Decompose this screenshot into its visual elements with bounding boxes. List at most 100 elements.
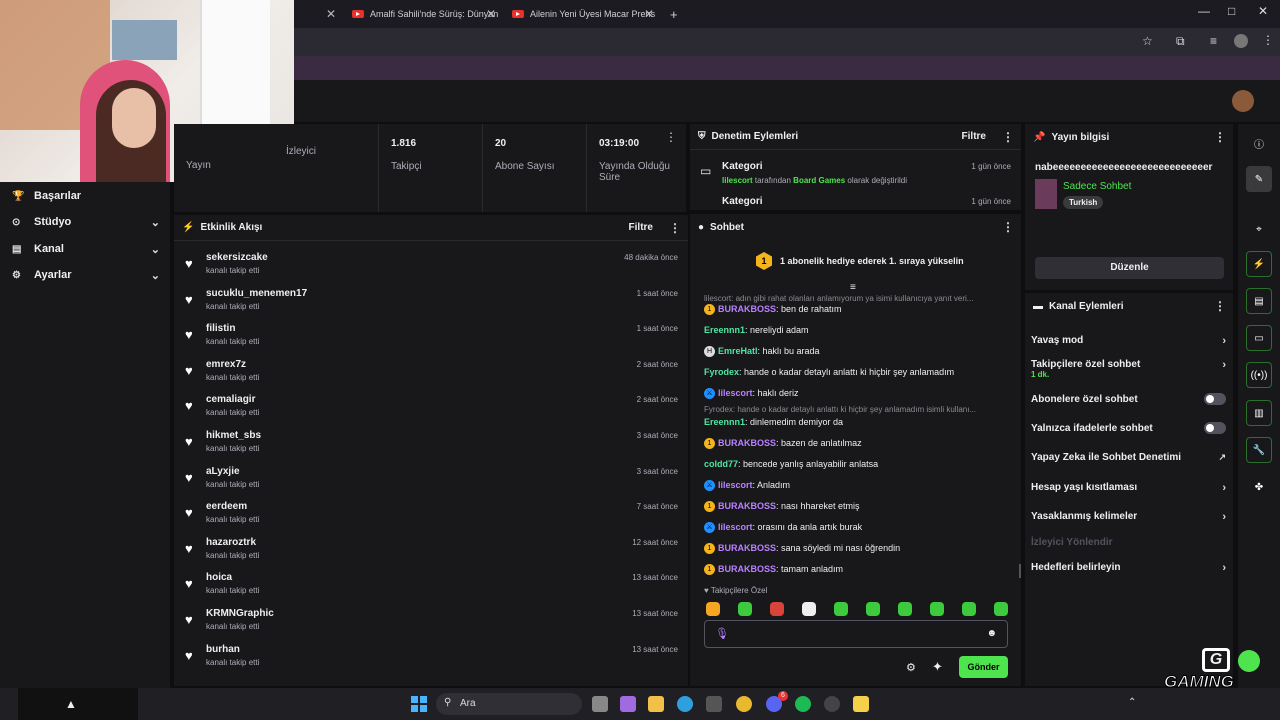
emote-icon[interactable] [706, 602, 720, 616]
star-icon[interactable]: ☆ [1142, 34, 1153, 48]
chat-bubble-icon[interactable]: ▭ [1246, 325, 1272, 351]
task-view-icon[interactable] [592, 696, 608, 712]
profile-icon[interactable] [1234, 34, 1248, 48]
broadcast-icon[interactable]: ((•)) [1246, 362, 1272, 388]
extensions-icon[interactable]: ✤ [1246, 474, 1272, 500]
event-username[interactable]: hikmet_sbs [206, 430, 261, 441]
emote-icon[interactable] [994, 602, 1008, 616]
minimize-icon[interactable]: — [1198, 4, 1210, 18]
channel-action-item[interactable]: Hedefleri belirleyin › [1031, 562, 1226, 574]
close-tab-icon[interactable]: ✕ [644, 7, 654, 21]
event-username[interactable]: eerdeem [206, 501, 247, 512]
info-icon[interactable]: ⓘ [1246, 130, 1272, 156]
event-username[interactable]: sekersizcake [206, 252, 268, 263]
wrench-icon[interactable]: 🔧 [1246, 437, 1272, 463]
maximize-icon[interactable]: □ [1228, 4, 1235, 18]
chat-username[interactable]: BURAKBOSS [718, 438, 776, 448]
chat-username[interactable]: lilescort [718, 480, 753, 490]
spotify-icon[interactable] [795, 696, 811, 712]
queue-icon[interactable]: ▥ [1246, 400, 1272, 426]
copilot-icon[interactable] [620, 696, 636, 712]
chat-username[interactable]: Fyrodex [704, 367, 739, 377]
event-username[interactable]: KRMNGraphic [206, 608, 274, 619]
close-window-icon[interactable]: ✕ [1258, 4, 1268, 18]
chat-input[interactable]: 🎙 ☻ [704, 620, 1008, 648]
new-tab-button[interactable]: + [662, 0, 682, 28]
lightning-icon[interactable]: ⚡ [1246, 251, 1272, 277]
event-username[interactable]: sucuklu_menemen17 [206, 288, 307, 299]
browser-tab[interactable]: Ailenin Yeni Üyesi Macar Prens ✕ [504, 0, 662, 28]
channel-action-item[interactable]: Takipçilere özel sohbet 1 dk. › [1031, 359, 1226, 379]
microphone-icon[interactable]: 🎙 [715, 627, 729, 640]
tray-chevron-icon[interactable]: ⌃ [1128, 697, 1136, 708]
emote-icon[interactable] [770, 602, 784, 616]
channel-action-item[interactable]: Hesap yaşı kısıtlaması › [1031, 482, 1226, 494]
edit-button[interactable]: Düzenle [1035, 257, 1224, 279]
event-username[interactable]: hoica [206, 572, 232, 583]
emote-icon[interactable] [930, 602, 944, 616]
activity-event[interactable]: ♥ hikmet_sbs kanalı takip etti 3 saat önce [174, 425, 688, 461]
activity-event[interactable]: ♥ burhan kanalı takip etti 13 saat önce [174, 639, 688, 675]
gear-icon[interactable]: ⚙ [906, 661, 916, 674]
more-options-icon[interactable]: ⋮ [669, 221, 681, 235]
start-icon[interactable] [411, 696, 427, 712]
event-username[interactable]: cemaliagir [206, 394, 255, 405]
activity-event[interactable]: ♥ aLyxjie kanalı takip etti 3 saat önce [174, 461, 688, 497]
close-tab-icon[interactable]: ✕ [486, 7, 496, 21]
extensions-icon[interactable]: ⧉ [1176, 34, 1185, 49]
capture-icon[interactable]: ⌖ [1246, 216, 1272, 242]
emote-icon[interactable] [866, 602, 880, 616]
activity-event[interactable]: ♥ emrex7z kanalı takip etti 2 saat önce [174, 354, 688, 390]
emote-icon[interactable] [898, 602, 912, 616]
chrome-icon[interactable] [736, 696, 752, 712]
chat-username[interactable]: BURAKBOSS [718, 501, 776, 511]
more-options-icon[interactable]: ⋮ [1002, 130, 1014, 144]
activity-event[interactable]: ♥ sucuklu_menemen17 kanalı takip etti 1 saa… [174, 283, 688, 319]
activity-event[interactable]: ♥ hazaroztrk kanalı takip etti 12 saat önce [174, 532, 688, 568]
activity-event[interactable]: ♥ KRMNGraphic kanalı takip etti 13 saat önc… [174, 603, 688, 639]
chat-username[interactable]: EmreHatl [718, 346, 758, 356]
event-username[interactable]: emrex7z [206, 359, 246, 370]
discord-icon[interactable]: 6 [766, 691, 788, 712]
more-options-icon[interactable]: ⋮ [1214, 299, 1226, 313]
activity-event[interactable]: ♥ cemaliagir kanalı takip etti 2 saat önce [174, 389, 688, 425]
sidebar-item-channel[interactable]: ▤ Kanal ⌄ [12, 243, 160, 256]
activity-event[interactable]: ♥ filistin kanalı takip etti 1 saat önce [174, 318, 688, 354]
sidebar-item-studio[interactable]: ⊙ Stüdyo ⌄ [12, 216, 160, 229]
filter-button[interactable]: Filtre [962, 131, 986, 142]
tag-pill[interactable]: Turkish [1063, 196, 1104, 209]
channel-action-item[interactable]: İzleyici Yönlendir [1031, 537, 1226, 548]
mod-user[interactable]: lilescort [722, 176, 753, 185]
chat-username[interactable]: BURAKBOSS [718, 564, 776, 574]
emote-icon[interactable] [738, 602, 752, 616]
emote-icon[interactable] [962, 602, 976, 616]
send-button[interactable]: Gönder [959, 656, 1008, 678]
bits-icon[interactable]: ✦ [932, 659, 943, 675]
more-options-icon[interactable]: ⋮ [1214, 130, 1226, 144]
user-avatar[interactable] [1232, 90, 1254, 112]
chat-username[interactable]: coldd77 [704, 459, 738, 469]
edge-icon[interactable] [677, 696, 693, 712]
media-icon[interactable]: ≡ [1210, 34, 1217, 48]
event-username[interactable]: filistin [206, 323, 235, 334]
browser-tab[interactable]: Amalfi Sahili'nde Sürüş: Dünyan ✕ [344, 0, 504, 28]
chat-username[interactable]: lilescort [718, 522, 753, 532]
channel-action-item[interactable]: Yavaş mod › [1031, 335, 1226, 347]
chat-username[interactable]: BURAKBOSS [718, 543, 776, 553]
more-options-icon[interactable]: ⋮ [1002, 220, 1014, 234]
chat-scrollbar[interactable] [1019, 564, 1021, 578]
channel-action-item[interactable]: Yasaklanmış kelimeler › [1031, 511, 1226, 523]
channel-action-item[interactable]: Yapay Zeka ile Sohbet Denetimi ↗ [1031, 452, 1226, 463]
file-explorer-icon[interactable] [648, 696, 664, 712]
sidebar-item-achievements[interactable]: 🏆 Başarılar [12, 190, 160, 202]
mod-game[interactable]: Board Games [793, 176, 845, 185]
chat-username[interactable]: lilescort [718, 388, 753, 398]
app-icon[interactable] [853, 696, 869, 712]
chat-username[interactable]: Ereennn1 [704, 417, 745, 427]
document-icon[interactable]: ▤ [1246, 288, 1272, 314]
close-tab-icon[interactable]: ✕ [326, 7, 336, 21]
activity-event[interactable]: ♥ sekersizcake kanalı takip etti 48 dakika … [174, 247, 688, 283]
filter-button[interactable]: Filtre [629, 222, 653, 233]
obs-icon[interactable] [824, 696, 840, 712]
activity-event[interactable]: ♥ hoica kanalı takip etti 13 saat önce [174, 567, 688, 603]
